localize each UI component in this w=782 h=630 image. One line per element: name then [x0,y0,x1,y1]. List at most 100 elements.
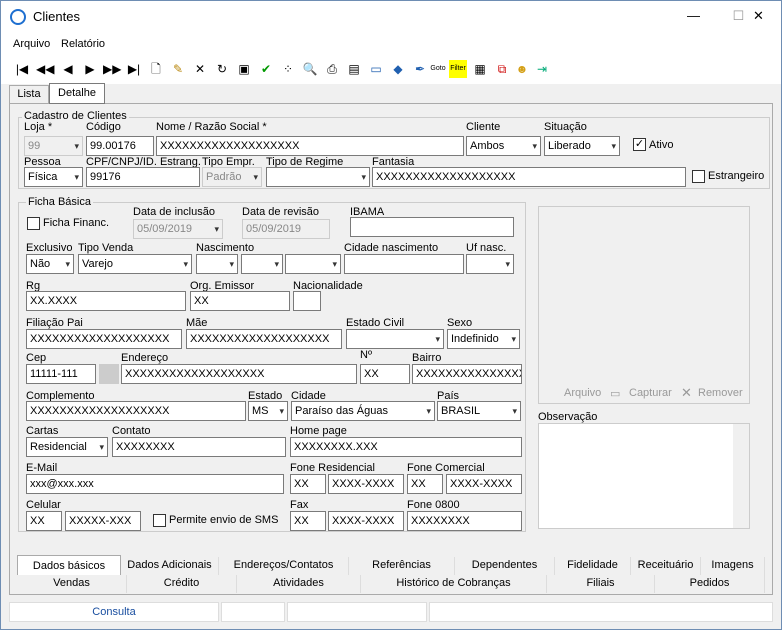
sexo-select[interactable]: Indefinido ▾ [447,329,520,349]
ficha-financ-checkbox[interactable] [27,217,40,230]
nascimento-year-select[interactable]: ▾ [285,254,341,274]
export-icon[interactable]: ⧉ [493,60,511,78]
tag-icon[interactable]: ◆ [389,60,407,78]
image-capturar-button[interactable]: Capturar [629,387,672,399]
pai-field[interactable]: XXXXXXXXXXXXXXXXXXX [26,329,182,349]
edit-icon[interactable]: ✎ [169,60,187,78]
rg-field[interactable]: XX.XXXX [26,291,186,311]
photo-area[interactable] [538,206,750,404]
tab-vendas[interactable]: Vendas [17,575,127,593]
pessoa-select[interactable]: Física ▾ [24,167,83,187]
card-icon[interactable]: ▭ [367,60,385,78]
complemento-field[interactable]: XXXXXXXXXXXXXXXXXXX [26,401,246,421]
tab-referencias[interactable]: Referências [349,557,455,575]
fone-com-ddd-field[interactable]: XX [407,474,443,494]
next-page-icon[interactable]: ▶▶ [103,60,121,78]
first-record-icon[interactable]: |◀ [13,60,31,78]
tab-dados-basicos[interactable]: Dados básicos [17,555,121,575]
minimize-button[interactable]: — [671,1,716,31]
endereco-field[interactable]: XXXXXXXXXXXXXXXXXXX [121,364,357,384]
bairro-field[interactable]: XXXXXXXXXXXXXXXXXXX [412,364,522,384]
celular-ddd-field[interactable]: XX [26,511,62,531]
pais-select[interactable]: BRASIL ▾ [437,401,521,421]
tab-atividades[interactable]: Atividades [237,575,361,593]
tab-enderecos-contatos[interactable]: Endereços/Contatos [219,557,349,575]
goto-icon[interactable]: Goto [429,60,447,78]
last-record-icon[interactable]: ▶| [125,60,143,78]
orgao-field[interactable]: XX [190,291,290,311]
tipo-venda-select[interactable]: Varejo ▾ [78,254,192,274]
confirm-icon[interactable]: ✔ [257,60,275,78]
filter-icon[interactable]: Filter [449,60,467,78]
tab-dados-adicionais[interactable]: Dados Adicionais [121,557,219,575]
homepage-field[interactable]: XXXXXXXX.XXX [290,437,522,457]
nome-field[interactable]: XXXXXXXXXXXXXXXXXXX [156,136,464,156]
email-field[interactable]: xxx@xxx.xxx [26,474,284,494]
image-arquivo-button[interactable]: Arquivo [564,387,601,399]
fax-ddd-field[interactable]: XX [290,511,326,531]
tab-dependentes[interactable]: Dependentes [455,557,555,575]
film-icon[interactable]: ▦ [471,60,489,78]
cidade-nasc-field[interactable] [344,254,464,274]
menu-relatorio[interactable]: Relatório [61,38,105,50]
codigo-field[interactable]: 99.00176 [86,136,154,156]
prev-page-icon[interactable]: ◀◀ [36,60,54,78]
nascimento-month-select[interactable]: ▾ [241,254,283,274]
prev-record-icon[interactable]: ◀ [59,60,77,78]
tab-imagens[interactable]: Imagens [701,557,765,575]
tab-filiais[interactable]: Filiais [547,575,655,593]
menu-arquivo[interactable]: Arquivo [13,38,50,50]
tab-fidelidade[interactable]: Fidelidade [555,557,631,575]
delete-icon[interactable]: ✕ [191,60,209,78]
close-button[interactable]: ✕ [736,1,781,31]
cliente-select[interactable]: Ambos ▾ [466,136,541,156]
refresh-icon[interactable]: ↻ [213,60,231,78]
fone-res-field[interactable]: XXXX-XXXX [328,474,404,494]
tab-credito[interactable]: Crédito [127,575,237,593]
fone0800-field[interactable]: XXXXXXXX [407,511,522,531]
numero-field[interactable]: XX [360,364,410,384]
fantasia-field[interactable]: XXXXXXXXXXXXXXXXXXX [372,167,686,187]
tab-lista[interactable]: Lista [9,85,49,104]
cartas-select[interactable]: Residencial ▾ [26,437,108,457]
properties-icon[interactable]: ▣ [235,60,253,78]
regime-select[interactable]: ▾ [266,167,370,187]
cidade-select[interactable]: Paraíso das Águas ▾ [291,401,435,421]
estado-select[interactable]: MS ▾ [248,401,288,421]
situacao-select[interactable]: Liberado ▾ [544,136,620,156]
celular-field[interactable]: XXXXX-XXX [65,511,141,531]
tab-receituario[interactable]: Receituário [631,557,701,575]
new-document-icon[interactable]: 🗋 [147,60,165,78]
estrangeiro-checkbox[interactable] [692,170,705,183]
observacao-textarea[interactable] [538,423,750,529]
preview-icon[interactable]: 🔍 [301,60,319,78]
image-remover-button[interactable]: Remover [698,387,743,399]
sms-checkbox[interactable] [153,514,166,527]
observacao-scrollbar[interactable] [733,424,749,528]
tab-pedidos[interactable]: Pedidos [655,575,765,593]
fax-field[interactable]: XXXX-XXXX [328,511,404,531]
cancel-icon[interactable]: ⁘ [279,60,297,78]
cep-search-button[interactable] [99,364,119,384]
print-icon[interactable]: ⎙ [323,60,341,78]
civil-select[interactable]: ▾ [346,329,444,349]
cep-field[interactable]: 11111-111 [26,364,96,384]
nacionalidade-field[interactable] [293,291,321,311]
contato-field[interactable]: XXXXXXXX [112,437,286,457]
ibama-field[interactable] [350,217,514,237]
nascimento-day-select[interactable]: ▾ [196,254,238,274]
ativo-checkbox[interactable]: ✓ [633,138,646,151]
user-icon[interactable]: ☻ [513,60,531,78]
report-icon[interactable]: ▤ [345,60,363,78]
tab-detalhe[interactable]: Detalhe [49,83,105,104]
tab-historico-cobrancas[interactable]: Histórico de Cobranças [361,575,547,593]
cpf-field[interactable]: 99176 [86,167,200,187]
pen-icon[interactable]: ✒ [411,60,429,78]
fone-res-ddd-field[interactable]: XX [290,474,326,494]
exclusivo-select[interactable]: Não ▾ [26,254,74,274]
fone-com-field[interactable]: XXXX-XXXX [446,474,522,494]
uf-nasc-select[interactable]: ▾ [466,254,514,274]
exit-icon[interactable]: ⇥ [533,60,551,78]
mae-field[interactable]: XXXXXXXXXXXXXXXXXXX [186,329,342,349]
next-record-icon[interactable]: ▶ [81,60,99,78]
